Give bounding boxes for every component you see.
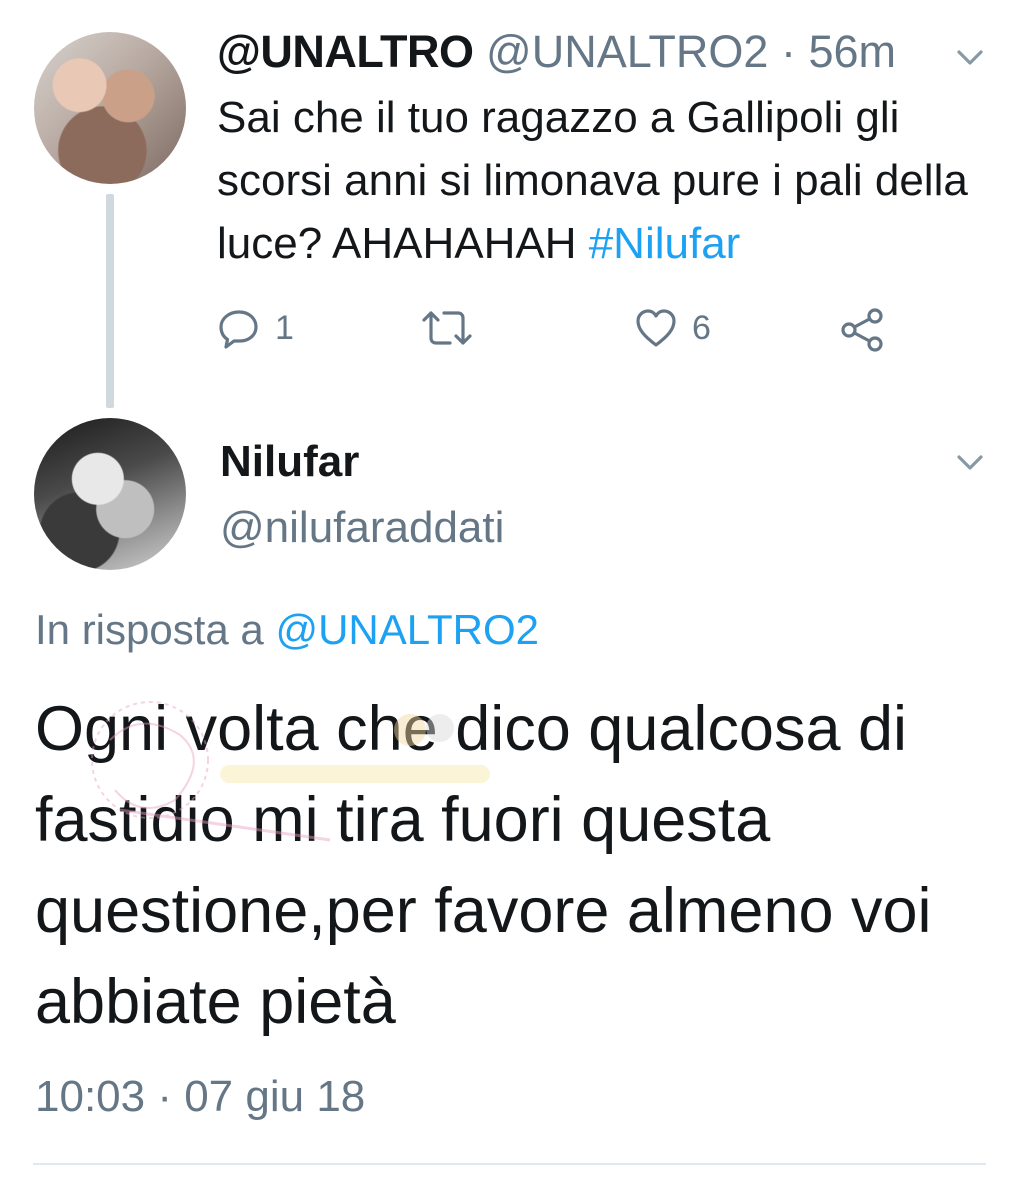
reply-button[interactable]: 1 bbox=[217, 306, 294, 350]
parent-avatar[interactable] bbox=[34, 32, 186, 184]
reply-avatar[interactable] bbox=[34, 418, 186, 570]
parent-display-name[interactable]: @UNALTRO bbox=[217, 26, 474, 77]
parent-separator: · bbox=[780, 26, 796, 77]
retweet-button[interactable] bbox=[418, 306, 490, 350]
parent-handle[interactable]: @UNALTRO2 bbox=[486, 26, 768, 77]
in-reply-to-label: In risposta a bbox=[35, 606, 276, 653]
like-button[interactable]: 6 bbox=[634, 306, 711, 350]
tweet-timestamp[interactable]: 10:03 · 07 giu 18 bbox=[35, 1072, 365, 1122]
chevron-down-icon[interactable] bbox=[953, 445, 987, 479]
reply-count: 1 bbox=[275, 308, 294, 347]
reply-icon bbox=[219, 310, 258, 349]
retweet-icon bbox=[422, 311, 472, 345]
in-reply-to: In risposta a @UNALTRO2 bbox=[35, 606, 539, 654]
reply-tweet-text: Ogni volta che dico qualcosa di fastidio… bbox=[35, 694, 932, 1037]
parent-tweet-text: Sai che il tuo ragazzo a Gallipoli gli s… bbox=[217, 86, 987, 275]
in-reply-to-handle[interactable]: @UNALTRO2 bbox=[275, 606, 539, 653]
parent-tweet-header: @UNALTRO @UNALTRO2 · 56m bbox=[217, 26, 896, 78]
divider bbox=[33, 1163, 986, 1165]
share-icon bbox=[841, 308, 883, 352]
thread-line bbox=[106, 194, 114, 408]
like-count: 6 bbox=[692, 308, 711, 347]
reply-display-name[interactable]: Nilufar bbox=[220, 437, 359, 487]
like-icon bbox=[636, 309, 676, 347]
hashtag-link[interactable]: #Nilufar bbox=[589, 219, 741, 268]
share-button[interactable] bbox=[838, 306, 886, 354]
parent-time-ago[interactable]: 56m bbox=[808, 26, 896, 77]
reply-handle[interactable]: @nilufaraddati bbox=[220, 503, 504, 553]
chevron-down-icon[interactable] bbox=[953, 40, 987, 74]
